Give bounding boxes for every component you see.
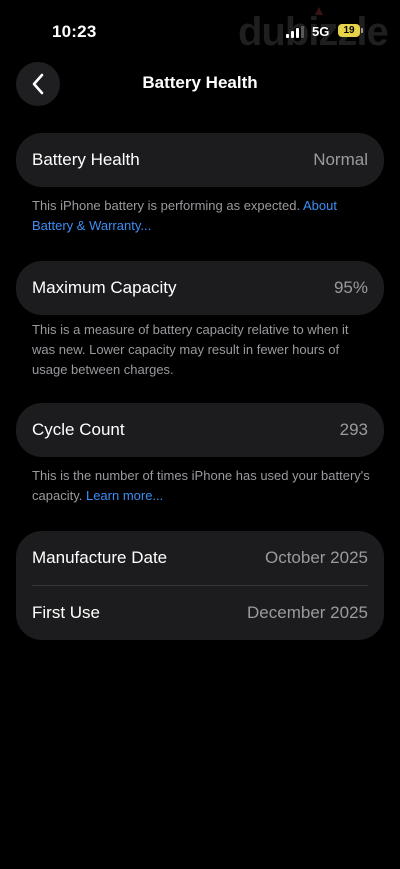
maximum-capacity-card: Maximum Capacity 95% [16, 261, 384, 315]
learn-more-link[interactable]: Learn more... [86, 488, 163, 503]
maximum-capacity-note: This is a measure of battery capacity re… [32, 322, 349, 377]
cycle-count-row: Cycle Count 293 [16, 403, 384, 457]
battery-icon: 19 [338, 24, 360, 37]
first-use-row: First Use December 2025 [16, 586, 384, 640]
battery-health-note-text: This iPhone battery is performing as exp… [32, 198, 301, 213]
manufacture-date-label: Manufacture Date [32, 548, 168, 567]
status-bar: 10:23 dubizzle ▲ 5G 19 [0, 0, 400, 60]
page-title: Battery Health [142, 73, 258, 92]
battery-health-note: This iPhone battery is performing as exp… [32, 196, 372, 236]
cycle-count-note-text: This is the number of times iPhone has u… [32, 468, 370, 503]
battery-health-value: Normal [313, 150, 368, 169]
first-use-label: First Use [32, 603, 100, 622]
cellular-signal-icon [286, 26, 304, 38]
battery-health-label: Battery Health [32, 150, 140, 169]
status-time: 10:23 [52, 22, 97, 41]
battery-health-card: Battery Health Normal [16, 133, 384, 187]
dates-card: Manufacture Date October 2025 First Use … [16, 531, 384, 640]
cycle-count-label: Cycle Count [32, 420, 125, 439]
cycle-count-card: Cycle Count 293 [16, 403, 384, 457]
first-use-value: December 2025 [247, 603, 368, 622]
battery-health-row: Battery Health Normal [16, 133, 384, 187]
maximum-capacity-label: Maximum Capacity [32, 278, 177, 297]
manufacture-date-row: Manufacture Date October 2025 [16, 531, 384, 585]
maximum-capacity-row: Maximum Capacity 95% [16, 261, 384, 315]
battery-tip [361, 28, 363, 33]
cycle-count-note: This is the number of times iPhone has u… [32, 466, 372, 506]
manufacture-date-value: October 2025 [264, 548, 368, 567]
maximum-capacity-value: 95% [333, 278, 368, 297]
network-type: 5G [312, 24, 330, 39]
watermark-flame-icon: ▲ [312, 2, 326, 18]
cycle-count-value: 293 [339, 420, 368, 439]
